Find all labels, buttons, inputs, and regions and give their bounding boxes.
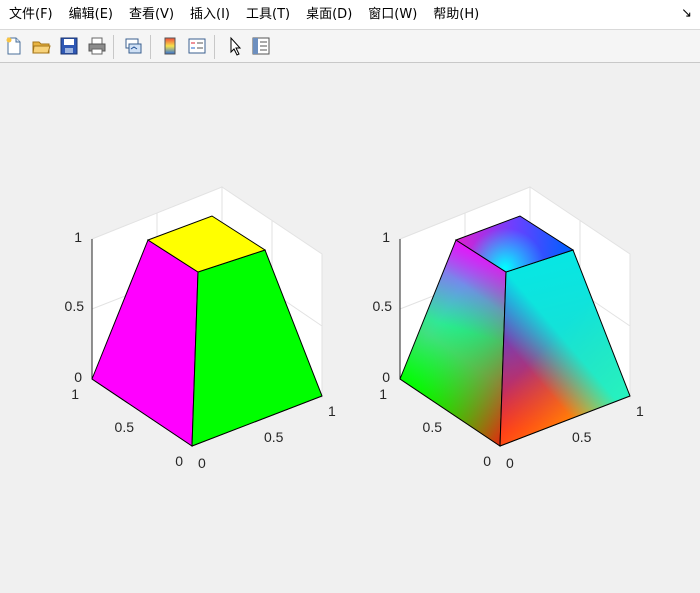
left-y-tick-05: 0.5 <box>115 419 135 435</box>
toolbar <box>0 30 700 63</box>
property-inspector-icon[interactable] <box>250 35 272 57</box>
right-y-tick-1: 1 <box>379 386 387 402</box>
right-z-tick-0: 0 <box>382 369 390 385</box>
menu-tools[interactable]: 工具(T) <box>238 0 298 29</box>
right-z-tick-1: 1 <box>382 229 390 245</box>
left-x-tick-05: 0.5 <box>264 429 284 445</box>
menu-desktop[interactable]: 桌面(D) <box>298 0 360 29</box>
left-x-tick-0: 0 <box>198 455 206 471</box>
left-axes[interactable]: 1 0.5 0 1 0.5 0 0 0.5 1 <box>65 186 336 471</box>
left-z-tick-0: 0 <box>74 369 82 385</box>
left-x-tick-1: 1 <box>328 403 336 419</box>
new-figure-icon[interactable] <box>3 35 25 57</box>
right-y-tick-0: 0 <box>483 453 491 469</box>
dock-arrow-icon[interactable]: ↘ <box>681 6 692 21</box>
right-x-tick-05: 0.5 <box>572 429 592 445</box>
menu-insert[interactable]: 插入(I) <box>182 0 238 29</box>
menu-help[interactable]: 帮助(H) <box>425 0 487 29</box>
toolbar-separator <box>113 35 114 59</box>
edit-plot-icon[interactable] <box>224 35 246 57</box>
figure-canvas[interactable]: 1 0.5 0 1 0.5 0 0 0.5 1 1 0.5 0 1 0.5 0 … <box>0 63 700 589</box>
right-z-tick-05: 0.5 <box>373 298 393 314</box>
print-icon[interactable] <box>86 35 108 57</box>
left-y-tick-0: 0 <box>175 453 183 469</box>
save-icon[interactable] <box>58 35 80 57</box>
right-y-tick-05: 0.5 <box>423 419 443 435</box>
toolbar-separator <box>150 35 151 59</box>
left-y-tick-1: 1 <box>71 386 79 402</box>
insert-colorbar-icon[interactable] <box>159 35 181 57</box>
open-file-icon[interactable] <box>30 35 52 57</box>
menu-window[interactable]: 窗口(W) <box>360 0 425 29</box>
left-z-tick-1: 1 <box>74 229 82 245</box>
figure-svg: 1 0.5 0 1 0.5 0 0 0.5 1 1 0.5 0 1 0.5 0 … <box>65 186 644 471</box>
left-z-tick-05: 0.5 <box>65 298 85 314</box>
right-x-tick-1: 1 <box>636 403 644 419</box>
right-x-tick-0: 0 <box>506 455 514 471</box>
menu-view[interactable]: 查看(V) <box>121 0 182 29</box>
menu-bar: 文件(F) 编辑(E) 查看(V) 插入(I) 工具(T) 桌面(D) 窗口(W… <box>0 0 700 30</box>
toolbar-separator <box>214 35 215 59</box>
insert-legend-icon[interactable] <box>186 35 208 57</box>
right-axes[interactable]: 1 0.5 0 1 0.5 0 0 0.5 1 <box>373 186 644 471</box>
menu-file[interactable]: 文件(F) <box>0 0 61 29</box>
link-plot-icon[interactable] <box>122 35 144 57</box>
menu-edit[interactable]: 编辑(E) <box>61 0 121 29</box>
